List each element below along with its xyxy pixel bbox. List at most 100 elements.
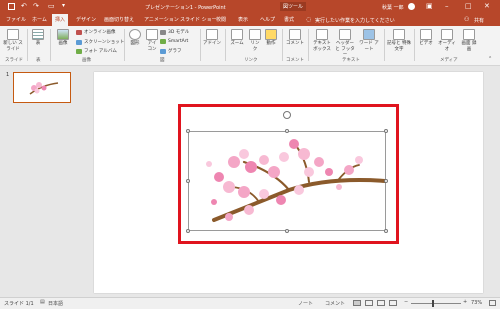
- zoom-level[interactable]: 73%: [471, 300, 482, 306]
- tab-slideshow[interactable]: スライド ショー: [180, 14, 217, 26]
- search-input[interactable]: 実行したい作業を入力してください: [315, 17, 395, 24]
- textbox-button[interactable]: テキスト ボックス: [311, 29, 333, 52]
- comments-button[interactable]: コメント: [325, 300, 345, 307]
- link-label: リン ク: [250, 41, 260, 52]
- chart-icon: [160, 48, 166, 54]
- photo-album-button[interactable]: フォト アルバム: [76, 48, 117, 54]
- icons-button[interactable]: アイ コン: [145, 29, 159, 52]
- action-label: 動作: [266, 41, 276, 46]
- comment-button[interactable]: コメント: [285, 29, 305, 47]
- omega-icon: [393, 29, 405, 40]
- smartart-button[interactable]: SmartArt: [160, 39, 188, 44]
- group-divider: [282, 29, 283, 61]
- notes-button[interactable]: ノート: [298, 300, 313, 307]
- zoom-out-icon[interactable]: −: [404, 299, 408, 305]
- avatar[interactable]: [408, 3, 415, 10]
- symbols-button[interactable]: 記号と 特殊文字: [387, 29, 411, 52]
- cube-icon: [160, 29, 166, 35]
- table-button[interactable]: 表: [30, 29, 46, 47]
- new-slide-button[interactable]: 新しい スライド: [3, 29, 23, 52]
- collapse-ribbon-icon[interactable]: ⌃: [488, 56, 492, 62]
- header-footer-label: ヘッダーと フッター: [335, 41, 355, 58]
- customize-qat-icon[interactable]: ▾: [62, 2, 65, 9]
- slide-thumbnail[interactable]: [13, 72, 71, 103]
- screen-record-label: 画面 録画: [461, 41, 477, 52]
- photo-album-label: フォト アルバム: [84, 49, 117, 54]
- group-label-images: 画像: [82, 58, 91, 63]
- group-divider: [124, 29, 125, 61]
- tab-review[interactable]: 校閲: [216, 14, 226, 26]
- tab-design[interactable]: デザイン: [76, 14, 96, 26]
- screenshot-label: スクリーンショット: [84, 40, 125, 45]
- screen-record-button[interactable]: 画面 録画: [460, 29, 478, 52]
- group-divider: [308, 29, 309, 61]
- group-label-link: リンク: [244, 58, 258, 63]
- highlight-box: [178, 104, 399, 244]
- group-label-table: 表: [36, 58, 41, 63]
- slide-counter: スライド 1/1: [4, 301, 34, 307]
- chart-button[interactable]: グラフ: [160, 48, 182, 54]
- tab-format[interactable]: 書式: [284, 14, 294, 26]
- action-button[interactable]: 動作: [264, 29, 278, 47]
- group-divider: [414, 29, 415, 61]
- fit-to-window-icon[interactable]: [489, 300, 496, 306]
- model3d-button[interactable]: 3D モデル: [160, 29, 189, 35]
- video-button[interactable]: ビデオ: [417, 29, 435, 47]
- shapes-icon: [129, 29, 141, 40]
- zoom-button[interactable]: ズーム: [228, 29, 246, 47]
- screen-record-icon: [463, 29, 475, 40]
- redo-icon[interactable]: ↷: [33, 2, 39, 10]
- icons-label: アイ コン: [147, 41, 157, 52]
- online-image-button[interactable]: オンライン画像: [76, 29, 116, 35]
- audio-button[interactable]: オーディオ: [436, 29, 458, 52]
- normal-view-icon[interactable]: [353, 300, 361, 306]
- share-button[interactable]: 共有: [474, 17, 484, 24]
- close-icon[interactable]: ✕: [484, 2, 490, 10]
- slideshow-view-icon[interactable]: [389, 300, 397, 306]
- addin-button[interactable]: アドイン: [203, 29, 221, 47]
- language-label[interactable]: 日本語: [48, 300, 63, 307]
- group-divider: [384, 29, 385, 61]
- textbox-label: テキスト ボックス: [313, 41, 331, 52]
- image-label: 画像: [58, 41, 68, 46]
- thumbnail-number: 1: [6, 72, 10, 78]
- tab-file[interactable]: ファイル: [6, 14, 26, 26]
- reading-view-icon[interactable]: [377, 300, 385, 306]
- tab-animations[interactable]: アニメーション: [144, 14, 179, 26]
- screenshot-button[interactable]: スクリーンショット: [76, 39, 124, 45]
- ribbon-tabs: ファイル ホーム 挿入 デザイン 画面切り替え アニメーション スライド ショー…: [0, 14, 500, 26]
- wordart-button[interactable]: ワード アート: [358, 29, 380, 52]
- slide-sorter-icon[interactable]: [365, 300, 373, 306]
- link-button[interactable]: リン ク: [248, 29, 262, 52]
- group-divider: [50, 29, 51, 61]
- zoom-slider-thumb[interactable]: [432, 300, 434, 307]
- tab-insert[interactable]: 挿入: [52, 14, 69, 26]
- share-icon[interactable]: ⚇: [464, 16, 469, 23]
- tab-transitions[interactable]: 画面切り替え: [104, 14, 134, 26]
- shapes-button[interactable]: 図形: [127, 29, 143, 47]
- maximize-icon[interactable]: □: [465, 2, 472, 10]
- group-label-diagrams: 図: [160, 58, 165, 63]
- online-picture-icon: [76, 29, 82, 35]
- user-name[interactable]: 秋葉 一郎: [382, 4, 404, 11]
- table-label: 表: [35, 41, 41, 46]
- lightbulb-icon: ◌: [306, 16, 312, 23]
- zoom-in-icon[interactable]: +: [463, 299, 467, 305]
- zoom-slider[interactable]: [411, 303, 461, 304]
- minimize-icon[interactable]: –: [445, 2, 449, 10]
- ribbon-display-icon[interactable]: ▣: [426, 2, 433, 10]
- undo-icon[interactable]: ↶: [21, 2, 27, 10]
- ribbon: 新しい スライド 表 画像 オンライン画像 スクリーンショット フォト アルバム…: [0, 26, 500, 66]
- save-icon[interactable]: [8, 3, 15, 10]
- tab-help[interactable]: ヘルプ: [260, 14, 275, 26]
- image-button[interactable]: 画像: [54, 29, 72, 47]
- slideshow-start-icon[interactable]: ▭: [48, 2, 55, 10]
- shapes-label: 図形: [130, 41, 140, 46]
- proofing-icon[interactable]: ▤: [40, 299, 45, 305]
- smartart-icon: [160, 39, 166, 44]
- symbols-label: 記号と 特殊文字: [387, 41, 411, 52]
- addin-icon: [206, 29, 218, 40]
- header-footer-button[interactable]: ヘッダーと フッター: [334, 29, 356, 58]
- tab-view[interactable]: 表示: [238, 14, 248, 26]
- tab-home[interactable]: ホーム: [32, 14, 47, 26]
